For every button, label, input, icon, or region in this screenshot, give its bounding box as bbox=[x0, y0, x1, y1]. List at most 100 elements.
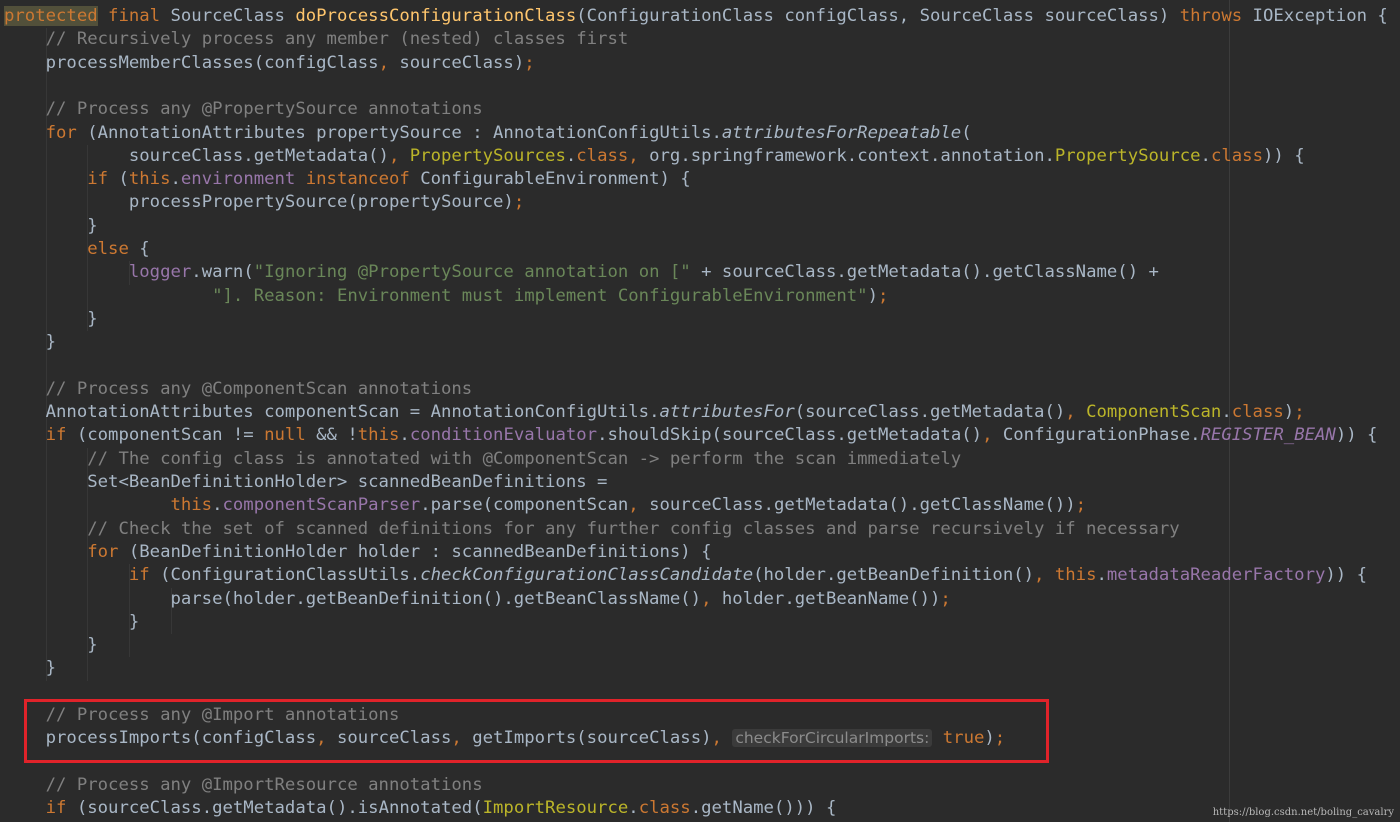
code-token: ; bbox=[1075, 495, 1087, 516]
code-token: (ConfigurationClassUtils. bbox=[149, 565, 421, 586]
code-line[interactable]: if (ConfigurationClassUtils.checkConfigu… bbox=[4, 564, 1367, 587]
code-token: ) bbox=[1283, 402, 1295, 423]
code-token: )) { bbox=[1325, 565, 1368, 586]
code-token: // The config class is annotated with @C… bbox=[87, 448, 962, 469]
code-token: ConfigurationPhase. bbox=[1002, 425, 1201, 446]
code-line[interactable]: processMemberClasses(configClass, source… bbox=[4, 52, 535, 75]
code-line[interactable]: if (componentScan != null && !this.condi… bbox=[4, 424, 1378, 447]
code-line[interactable]: if (this.environment instanceof Configur… bbox=[4, 168, 690, 191]
code-token: (sourceClass.getMetadata().isAnnotated( bbox=[66, 798, 483, 819]
code-token: attributesForRepeatable bbox=[721, 122, 962, 143]
code-token: . bbox=[170, 169, 181, 190]
code-token: ; bbox=[1294, 402, 1305, 423]
code-line[interactable]: } bbox=[4, 611, 139, 634]
code-token: class bbox=[1210, 145, 1263, 166]
code-token: .warn( bbox=[191, 262, 254, 283]
code-line[interactable]: } bbox=[4, 331, 56, 354]
code-token: . bbox=[212, 495, 223, 516]
code-token: class bbox=[1231, 402, 1284, 423]
code-token: ; bbox=[524, 52, 535, 73]
code-token: (holder.getBeanDefinition() bbox=[753, 565, 1035, 586]
code-editor[interactable]: protected final SourceClass doProcessCon… bbox=[0, 0, 1400, 822]
code-token: for bbox=[87, 541, 119, 562]
code-line[interactable]: else { bbox=[4, 238, 149, 261]
code-token: ; bbox=[940, 588, 951, 609]
code-token: .getName())) { bbox=[690, 798, 837, 819]
code-token: logger bbox=[128, 262, 192, 283]
code-line[interactable]: // Check the set of scanned definitions … bbox=[4, 518, 1179, 541]
code-token: (componentScan != bbox=[66, 425, 265, 446]
code-line[interactable]: logger.warn("Ignoring @PropertySource an… bbox=[4, 261, 1159, 284]
code-token: REGISTER_BEAN bbox=[1200, 425, 1336, 446]
code-token: , bbox=[982, 425, 1003, 446]
code-token: , bbox=[388, 145, 410, 166]
code-token: PropertySources bbox=[409, 145, 566, 166]
code-token: + sourceClass.getMetadata().getClassName… bbox=[690, 262, 1159, 283]
code-token: // Process any @ImportResource annotatio… bbox=[45, 774, 483, 795]
code-token: , bbox=[701, 588, 722, 609]
code-token: ; bbox=[513, 192, 525, 213]
code-token: processMemberClasses(configClass bbox=[45, 52, 379, 73]
code-token: && ! bbox=[305, 425, 358, 446]
code-line[interactable]: } bbox=[4, 634, 97, 657]
code-token: )) { bbox=[1335, 425, 1378, 446]
code-token: null bbox=[264, 425, 306, 446]
code-token: . bbox=[1221, 402, 1232, 423]
code-token: } bbox=[45, 658, 57, 679]
code-line[interactable]: // Recursively process any member (neste… bbox=[4, 28, 629, 51]
code-token: instanceof bbox=[305, 169, 410, 190]
code-line[interactable]: // Process any @PropertySource annotatio… bbox=[4, 98, 483, 121]
code-token: this bbox=[170, 495, 213, 516]
code-token: class bbox=[638, 798, 691, 819]
code-token: , bbox=[378, 52, 400, 73]
code-token: AnnotationAttributes componentScan = Ann… bbox=[45, 402, 660, 423]
code-line[interactable]: } bbox=[4, 215, 97, 238]
code-line[interactable]: for (AnnotationAttributes propertySource… bbox=[4, 122, 972, 145]
code-token: .shouldSkip(sourceClass.getMetadata() bbox=[597, 425, 983, 446]
code-line[interactable]: AnnotationAttributes componentScan = Ann… bbox=[4, 401, 1305, 424]
code-line[interactable]: // Process any @ImportResource annotatio… bbox=[4, 774, 483, 797]
code-token: holder.getBeanName()) bbox=[721, 588, 941, 609]
code-token: , bbox=[1034, 565, 1055, 586]
code-line[interactable]: parse(holder.getBeanDefinition().getBean… bbox=[4, 588, 951, 611]
code-token: (sourceClass.getMetadata() bbox=[794, 402, 1066, 423]
code-token: else bbox=[87, 239, 129, 259]
code-line[interactable]: } bbox=[4, 308, 98, 331]
code-token: . bbox=[628, 798, 639, 819]
code-line[interactable]: if (sourceClass.getMetadata().isAnnotate… bbox=[4, 797, 837, 820]
code-token: (ConfigurationClass configClass, SourceC… bbox=[576, 6, 1180, 26]
code-token: , bbox=[628, 145, 650, 166]
code-token: .parse(componentScan bbox=[420, 495, 629, 516]
code-line[interactable]: sourceClass.getMetadata(), PropertySourc… bbox=[4, 145, 1305, 168]
code-token: // Process any @PropertySource annotatio… bbox=[45, 99, 483, 120]
code-token: parse(holder.getBeanDefinition().getBean… bbox=[170, 588, 702, 609]
code-token: )) { bbox=[1262, 145, 1305, 166]
code-token: for bbox=[45, 122, 77, 143]
code-token: this bbox=[357, 425, 400, 446]
code-line[interactable]: } bbox=[4, 657, 56, 680]
code-token: SourceClass bbox=[160, 6, 296, 26]
code-token: "]. Reason: Environment must implement C… bbox=[212, 285, 868, 306]
code-token: org.springframework.context.annotation. bbox=[649, 145, 1055, 166]
code-token: environment bbox=[180, 169, 296, 190]
code-token: protected bbox=[4, 6, 98, 26]
code-line[interactable]: // The config class is annotated with @C… bbox=[4, 448, 961, 471]
code-line[interactable]: "]. Reason: Environment must implement C… bbox=[4, 285, 888, 308]
code-line[interactable]: for (BeanDefinitionHolder holder : scann… bbox=[4, 541, 711, 564]
code-token: checkConfigurationClassCandidate bbox=[420, 565, 754, 586]
code-line[interactable]: this.componentScanParser.parse(component… bbox=[4, 494, 1086, 517]
code-token: } bbox=[87, 308, 98, 329]
code-token: final bbox=[108, 6, 161, 26]
code-line[interactable]: // Process any @ComponentScan annotation… bbox=[4, 378, 473, 401]
code-line[interactable]: Set<BeanDefinitionHolder> scannedBeanDef… bbox=[4, 471, 607, 494]
code-token: sourceClass.getMetadata().getClassName()… bbox=[649, 495, 1076, 516]
code-token: Set<BeanDefinitionHolder> scannedBeanDef… bbox=[87, 472, 608, 492]
code-token: class bbox=[576, 145, 629, 166]
code-token: ( bbox=[108, 169, 129, 190]
code-token: if bbox=[45, 798, 67, 819]
code-token: doProcessConfigurationClass bbox=[295, 6, 577, 26]
code-line[interactable]: protected final SourceClass doProcessCon… bbox=[4, 5, 1388, 28]
code-line[interactable]: processPropertySource(propertySource); bbox=[4, 191, 524, 214]
code-token: } bbox=[128, 611, 140, 632]
